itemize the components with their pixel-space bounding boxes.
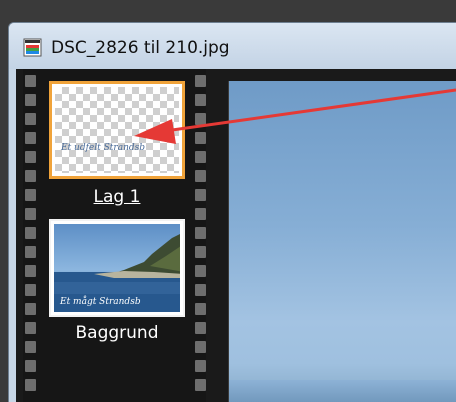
background-photo-thumbnail: Et mågt Strandsb (54, 224, 180, 312)
layer-filmstrip: Et udfelt Strandsb Lag 1 Et mågt Strands… (23, 69, 206, 402)
layer-thumbnail-text: Et mågt Strandsb (59, 295, 141, 307)
title-bar[interactable]: DSC_2826 til 210.jpg (9, 23, 456, 69)
layer-thumbnail-text: Et udfelt Strandsb (61, 143, 146, 153)
workspace: Et udfelt Strandsb Lag 1 Et mågt Strands… (16, 69, 456, 402)
film-perforations-left (25, 75, 36, 402)
layer-thumbnail-lag1[interactable]: Et udfelt Strandsb (49, 81, 185, 179)
canvas-sea-horizon (229, 380, 456, 402)
layer-name-baggrund[interactable]: Baggrund (49, 323, 185, 343)
image-window: DSC_2826 til 210.jpg Et udfelt Strandsb … (8, 22, 456, 402)
image-file-icon (23, 38, 42, 57)
window-title: DSC_2826 til 210.jpg (51, 38, 230, 58)
layer-thumbnail-baggrund[interactable]: Et mågt Strandsb (49, 219, 185, 317)
layer-name-lag1[interactable]: Lag 1 (49, 187, 185, 207)
transparency-checkerboard: Et udfelt Strandsb (55, 87, 179, 173)
image-canvas[interactable] (228, 81, 456, 402)
film-perforations-right (195, 75, 206, 402)
coastal-landscape-image: Et mågt Strandsb (54, 224, 180, 312)
